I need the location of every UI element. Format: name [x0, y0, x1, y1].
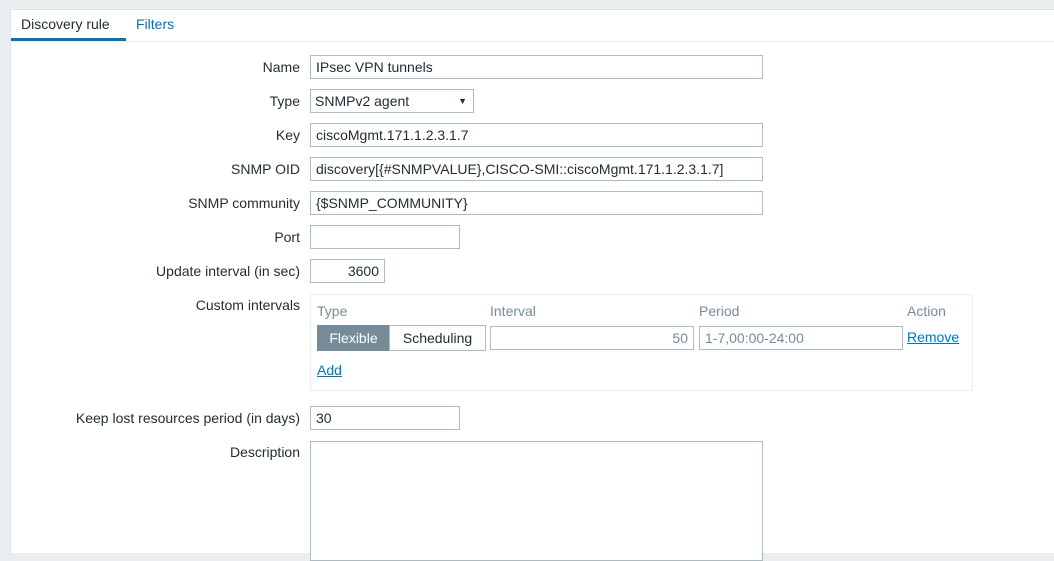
snmp-oid-input[interactable]: discovery[{#SNMPVALUE},CISCO-SMI::ciscoM…: [310, 157, 763, 181]
dropdown-arrow-icon: ▼: [458, 96, 467, 106]
key-label: Key: [275, 127, 300, 143]
snmp-oid-label: SNMP OID: [231, 161, 300, 177]
keep-lost-input[interactable]: 30: [310, 406, 460, 430]
custom-intervals-label: Custom intervals: [195, 297, 300, 313]
snmp-community-input[interactable]: {$SNMP_COMMUNITY}: [310, 191, 763, 215]
key-input[interactable]: ciscoMgmt.171.1.2.3.1.7: [310, 123, 763, 147]
update-interval-input[interactable]: 3600: [310, 259, 385, 283]
tab-discovery-rule[interactable]: Discovery rule: [11, 10, 126, 41]
custom-intervals-table: Type Interval Period Action Flexible Sch…: [310, 294, 973, 391]
update-interval-label: Update interval (in sec): [156, 263, 300, 279]
period-input[interactable]: 1-7,00:00-24:00: [699, 326, 903, 350]
discovery-rule-panel: Discovery rule Filters Name IPsec VPN tu…: [10, 9, 1054, 561]
name-label: Name: [262, 59, 300, 75]
snmp-community-label: SNMP community: [188, 195, 300, 211]
keep-lost-label: Keep lost resources period (in days): [75, 410, 300, 426]
tab-bar: Discovery rule Filters: [11, 10, 1054, 42]
type-select[interactable]: SNMPv2 agent ▼: [310, 89, 474, 113]
type-label: Type: [269, 93, 300, 109]
name-input[interactable]: IPsec VPN tunnels: [310, 55, 763, 79]
column-header-period: Period: [699, 303, 740, 319]
column-header-type: Type: [317, 303, 348, 319]
scheduling-toggle[interactable]: Scheduling: [389, 325, 486, 351]
description-textarea[interactable]: [310, 441, 763, 561]
interval-input[interactable]: 50: [490, 326, 694, 350]
port-label: Port: [274, 229, 300, 245]
description-label: Description: [229, 444, 300, 460]
tab-filters[interactable]: Filters: [136, 10, 174, 41]
column-header-interval: Interval: [490, 303, 536, 319]
remove-interval-link[interactable]: Remove: [907, 329, 959, 345]
add-interval-link[interactable]: Add: [317, 362, 342, 378]
port-input[interactable]: [310, 225, 460, 249]
type-select-value: SNMPv2 agent: [315, 93, 410, 109]
column-header-action: Action: [907, 303, 946, 319]
flexible-toggle[interactable]: Flexible: [317, 325, 390, 351]
